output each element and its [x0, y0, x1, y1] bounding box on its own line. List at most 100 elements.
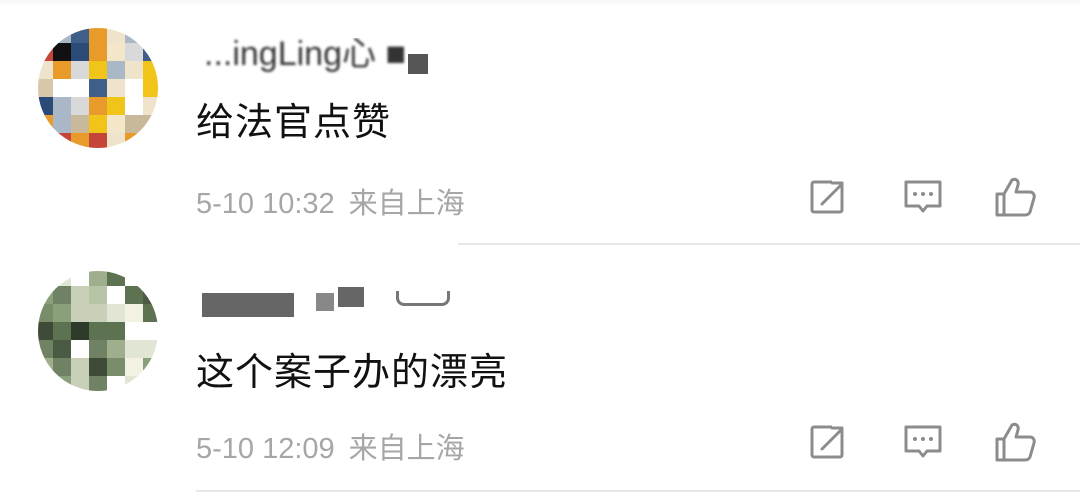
username-text: ...ingLing心 ■ [204, 35, 406, 73]
avatar-pixel [143, 97, 158, 116]
comment-item: 这个案子办的漂亮 5-10 12:09 来自上海 [0, 245, 1080, 494]
avatar-pixel [107, 358, 126, 377]
avatar-pixel [89, 286, 108, 305]
avatar-pixel [89, 28, 108, 44]
comment-location: 来自上海 [348, 188, 465, 220]
avatar-pixel [53, 133, 72, 148]
comment-item: ...ingLing心 ■ 给法官点赞 5-10 10:32 来自上海 [0, 0, 1080, 245]
avatar-pixel [71, 133, 90, 148]
avatar-pixel [107, 28, 126, 44]
avatar-pixel [143, 43, 158, 62]
thumbs-up-icon[interactable] [990, 172, 1040, 222]
avatar-pixel [107, 115, 126, 134]
avatar-pixel [143, 322, 158, 341]
avatar-pixel [107, 376, 126, 391]
avatar-pixel [71, 304, 90, 323]
username-redaction [202, 293, 294, 317]
avatar-pixel [125, 97, 144, 116]
comment-date: 5-10 10:32 [196, 188, 335, 220]
share-edit-icon[interactable] [802, 172, 852, 222]
avatar-pixel [71, 358, 90, 377]
avatar-pixel [53, 61, 72, 80]
avatar-pixel [71, 61, 90, 80]
comment-actions [800, 417, 1050, 467]
avatar-pixel [89, 97, 108, 116]
avatar-pixel [125, 286, 144, 305]
avatar-pixel [89, 115, 108, 134]
avatar-pixel [125, 43, 144, 62]
comment-meta: 5-10 12:09 来自上海 [196, 425, 465, 467]
avatar-pixel [125, 79, 144, 98]
avatar-pixel [125, 358, 144, 377]
avatar-pixel [71, 43, 90, 62]
avatar-pixel [38, 271, 54, 287]
avatar-pixel [107, 79, 126, 98]
avatar-pixel [107, 286, 126, 305]
avatar-pixel [143, 304, 158, 323]
avatar-pixel [71, 340, 90, 359]
avatar-pixel [125, 115, 144, 134]
avatar-pixel [53, 79, 72, 98]
avatar-pixel [53, 304, 72, 323]
avatar-pixel [89, 79, 108, 98]
divider [196, 490, 1080, 492]
avatar-pixel [53, 28, 72, 44]
avatar-pixel [89, 43, 108, 62]
username-redaction [338, 287, 364, 307]
avatar-pixel [125, 61, 144, 80]
avatar-pixel [143, 271, 158, 287]
avatar-pixel [53, 97, 72, 116]
avatar-pixel [71, 97, 90, 116]
avatar-pixel [125, 271, 144, 287]
avatar-pixel [38, 304, 54, 323]
comment-meta: 5-10 10:32 来自上海 [196, 180, 465, 222]
avatar-pixel [143, 376, 158, 391]
avatar-pixel [38, 115, 54, 134]
avatar-pixel [38, 376, 54, 391]
avatar-pixel [89, 340, 108, 359]
avatar-pixel [38, 133, 54, 148]
avatar-pixel [107, 97, 126, 116]
avatar-pixel [53, 115, 72, 134]
comment-date: 5-10 12:09 [196, 433, 335, 465]
avatar-pixel [71, 115, 90, 134]
avatar-pixel [125, 376, 144, 391]
avatar-pixel [89, 133, 108, 148]
username-redaction [396, 291, 450, 306]
avatar-pixel [125, 340, 144, 359]
comment-icon[interactable] [898, 172, 948, 222]
avatar-pixel [53, 286, 72, 305]
avatar-pixel [89, 376, 108, 391]
avatar-pixel [38, 322, 54, 341]
avatar-pixel [107, 322, 126, 341]
avatar-pixel [53, 376, 72, 391]
avatar-pixel [89, 322, 108, 341]
avatar-pixel [125, 28, 144, 44]
avatar-pixel [143, 358, 158, 377]
avatar-pixel [143, 286, 158, 305]
thumbs-up-icon[interactable] [990, 417, 1040, 467]
avatar-pixel [71, 271, 90, 287]
avatar-pixel [89, 304, 108, 323]
avatar-pixel [89, 358, 108, 377]
avatar-pixel [38, 358, 54, 377]
avatar-pixel [107, 271, 126, 287]
comment-actions [800, 172, 1050, 222]
avatar-pixel [143, 61, 158, 80]
username-redaction [408, 54, 428, 74]
avatar-pixel [38, 61, 54, 80]
share-edit-icon[interactable] [802, 417, 852, 467]
avatar-pixel [107, 304, 126, 323]
comment-text: 这个案子办的漂亮 [196, 350, 509, 394]
avatar-pixel [107, 133, 126, 148]
avatar-pixel [143, 28, 158, 44]
avatar-pixel [71, 28, 90, 44]
avatar-pixel [107, 43, 126, 62]
avatar[interactable] [38, 271, 158, 391]
avatar-pixel [125, 322, 144, 341]
avatar-pixel [53, 340, 72, 359]
comment-text: 给法官点赞 [196, 100, 392, 144]
avatar-pixel [53, 43, 72, 62]
avatar[interactable] [38, 28, 158, 148]
comment-icon[interactable] [898, 417, 948, 467]
